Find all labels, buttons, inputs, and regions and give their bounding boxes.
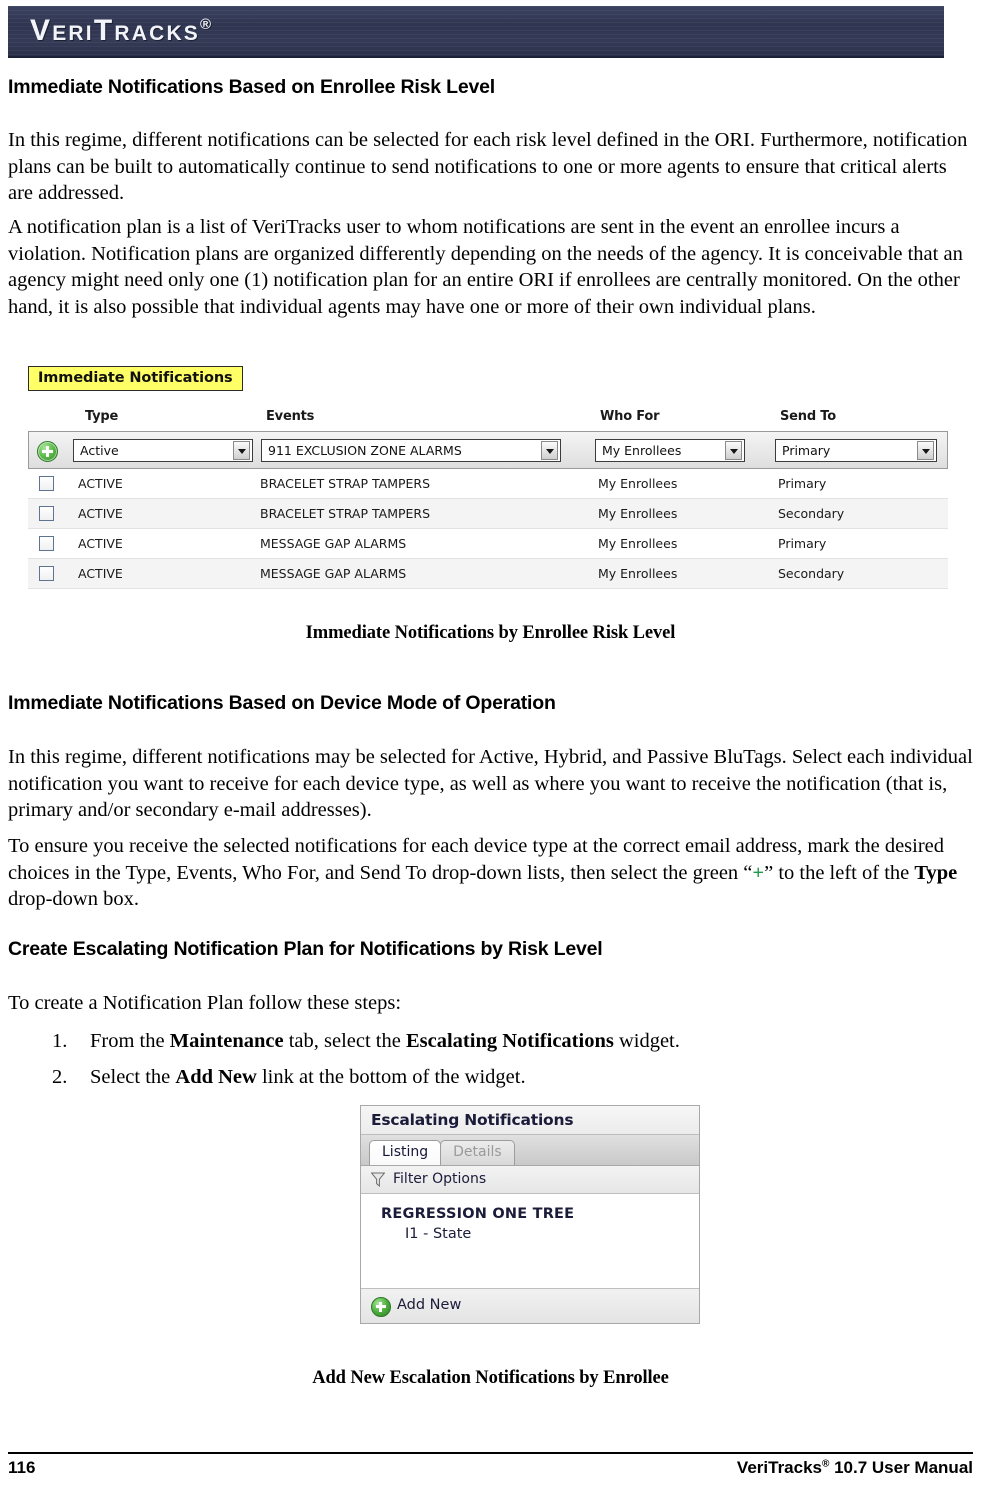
widget-tab-bar: Listing Details [361, 1135, 699, 1166]
step1-post: widget. [613, 1030, 680, 1052]
immediate-notifications-widget: Immediate Notifications Type Events Who … [28, 366, 948, 589]
green-plus-glyph: + [752, 861, 765, 884]
step1-bold-maintenance: Maintenance [169, 1030, 284, 1052]
tab-listing[interactable]: Listing [369, 1140, 442, 1165]
widget-title-escalating-notifications: Escalating Notifications [361, 1106, 699, 1135]
step1-pre: From the [90, 1030, 170, 1052]
footer-manual-label: VeriTracks® 10.7 User Manual [737, 1458, 973, 1478]
para4-part3: drop-down box. [8, 888, 139, 910]
list-item-number: 2. [52, 1066, 68, 1088]
cell-type: ACTIVE [78, 566, 123, 581]
list-item: 2. Select the Add New link at the bottom … [8, 1064, 973, 1090]
send-to-dropdown-value: Primary [782, 443, 831, 458]
section-heading-device-mode: Immediate Notifications Based on Device … [8, 692, 556, 714]
filter-options-bar[interactable]: Filter Options [361, 1166, 699, 1194]
para4-part2: ” to the left of the [764, 861, 915, 884]
green-plus-icon[interactable] [371, 1297, 391, 1317]
logo-registered-mark: ® [200, 16, 212, 33]
add-new-row[interactable]: Add New [361, 1288, 699, 1323]
section-heading-create-escalating-plan: Create Escalating Notification Plan for … [8, 938, 603, 960]
footer-manual-version: 10.7 User Manual [829, 1458, 973, 1477]
cell-who-for: My Enrollees [598, 476, 678, 491]
cell-send-to: Primary [778, 536, 827, 551]
chevron-down-icon[interactable] [917, 441, 934, 460]
cell-who-for: My Enrollees [598, 506, 678, 521]
cell-type: ACTIVE [78, 506, 123, 521]
who-for-dropdown-value: My Enrollees [602, 443, 682, 458]
footer-divider [8, 1452, 973, 1454]
column-header-send-to: Send To [780, 409, 836, 424]
cell-events: MESSAGE GAP ALARMS [260, 536, 407, 551]
filter-row: Active 911 EXCLUSION ZONE ALARMS My Enro… [28, 431, 948, 469]
paragraph-device-mode-regime: In this regime, different notifications … [8, 746, 973, 821]
events-dropdown[interactable]: 911 EXCLUSION ZONE ALARMS [261, 439, 561, 462]
step2-mid: link at the bottom of the widget. [256, 1066, 526, 1088]
step2-bold-add-new: Add New [175, 1066, 257, 1088]
send-to-dropdown[interactable]: Primary [775, 439, 937, 462]
chevron-down-icon[interactable] [541, 441, 558, 460]
cell-events: BRACELET STRAP TAMPERS [260, 476, 431, 491]
type-dropdown[interactable]: Active [73, 439, 253, 462]
step2-pre: Select the [90, 1066, 176, 1088]
page-banner: VeriTracks® [8, 6, 944, 58]
veritracks-logo: VeriTracks® [30, 14, 211, 48]
row-checkbox[interactable] [39, 566, 54, 581]
step1-bold-escalating-notifications: Escalating Notifications [405, 1030, 614, 1052]
table-row[interactable]: ACTIVE MESSAGE GAP ALARMS My Enrollees S… [28, 559, 948, 589]
chevron-down-icon[interactable] [233, 441, 250, 460]
events-dropdown-value: 911 EXCLUSION ZONE ALARMS [268, 443, 462, 458]
escalating-plan-tree: REGRESSION ONE TREE I1 - State [361, 1194, 699, 1288]
row-checkbox[interactable] [39, 506, 54, 521]
list-item-number: 1. [52, 1030, 68, 1052]
cell-send-to: Secondary [778, 506, 845, 521]
who-for-dropdown[interactable]: My Enrollees [595, 439, 745, 462]
para4-bold-type: Type [914, 861, 958, 884]
tree-root-label[interactable]: REGRESSION ONE TREE [361, 1206, 699, 1222]
filter-options-label: Filter Options [393, 1171, 487, 1187]
cell-type: ACTIVE [78, 536, 123, 551]
chevron-down-icon[interactable] [725, 441, 742, 460]
green-plus-icon[interactable] [37, 441, 58, 462]
add-new-link[interactable]: Add New [397, 1297, 461, 1313]
widget-title-immediate-notifications: Immediate Notifications [28, 366, 243, 391]
cell-events: BRACELET STRAP TAMPERS [260, 506, 431, 521]
funnel-icon [371, 1172, 385, 1187]
row-checkbox[interactable] [39, 536, 54, 551]
logo-text: VeriTracks [30, 14, 201, 47]
figure-caption-immediate-notifications: Immediate Notifications by Enrollee Risk… [305, 623, 676, 643]
cell-who-for: My Enrollees [598, 536, 678, 551]
footer-page-number: 116 [8, 1458, 36, 1477]
row-checkbox[interactable] [39, 476, 54, 491]
column-header-type: Type [85, 409, 119, 424]
table-row[interactable]: ACTIVE BRACELET STRAP TAMPERS My Enrolle… [28, 499, 948, 529]
column-header-events: Events [266, 409, 315, 424]
escalating-notifications-widget: Escalating Notifications Listing Details … [360, 1105, 700, 1324]
paragraph-regime-risk-level: In this regime, different notifications … [8, 129, 968, 204]
table-row[interactable]: ACTIVE MESSAGE GAP ALARMS My Enrollees P… [28, 529, 948, 559]
cell-send-to: Secondary [778, 566, 845, 581]
step1-mid: tab, select the [283, 1030, 406, 1052]
tab-details[interactable]: Details [440, 1140, 515, 1165]
notifications-table-body: ACTIVE BRACELET STRAP TAMPERS My Enrolle… [28, 469, 948, 589]
section-heading-enrollee-risk-level: Immediate Notifications Based on Enrolle… [8, 76, 495, 98]
paragraph-green-plus-instructions: To ensure you receive the selected notif… [8, 833, 973, 913]
type-dropdown-value: Active [80, 443, 119, 458]
paragraph-notification-plan-definition: A notification plan is a list of VeriTra… [8, 216, 963, 318]
table-row[interactable]: ACTIVE BRACELET STRAP TAMPERS My Enrolle… [28, 469, 948, 499]
column-header-who-for: Who For [600, 409, 660, 424]
cell-type: ACTIVE [78, 476, 123, 491]
table-header-row: Type Events Who For Send To [28, 409, 948, 431]
steps-list: 1. From the Maintenance tab, select the E… [8, 1028, 973, 1100]
paragraph-create-plan-intro: To create a Notification Plan follow the… [8, 992, 402, 1014]
list-item: 1. From the Maintenance tab, select the E… [8, 1028, 973, 1054]
tree-child-label[interactable]: I1 - State [361, 1226, 699, 1242]
cell-send-to: Primary [778, 476, 827, 491]
figure-caption-add-new-escalation: Add New Escalation Notifications by Enro… [312, 1368, 669, 1388]
cell-who-for: My Enrollees [598, 566, 678, 581]
cell-events: MESSAGE GAP ALARMS [260, 566, 407, 581]
footer-manual-name: VeriTracks [736, 1458, 822, 1477]
